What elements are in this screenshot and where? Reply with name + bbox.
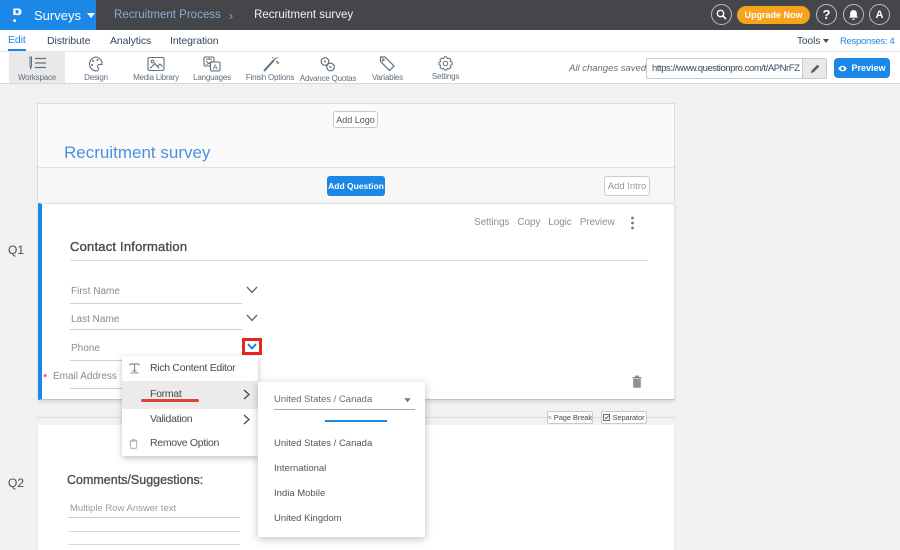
- svg-text:A: A: [213, 62, 218, 71]
